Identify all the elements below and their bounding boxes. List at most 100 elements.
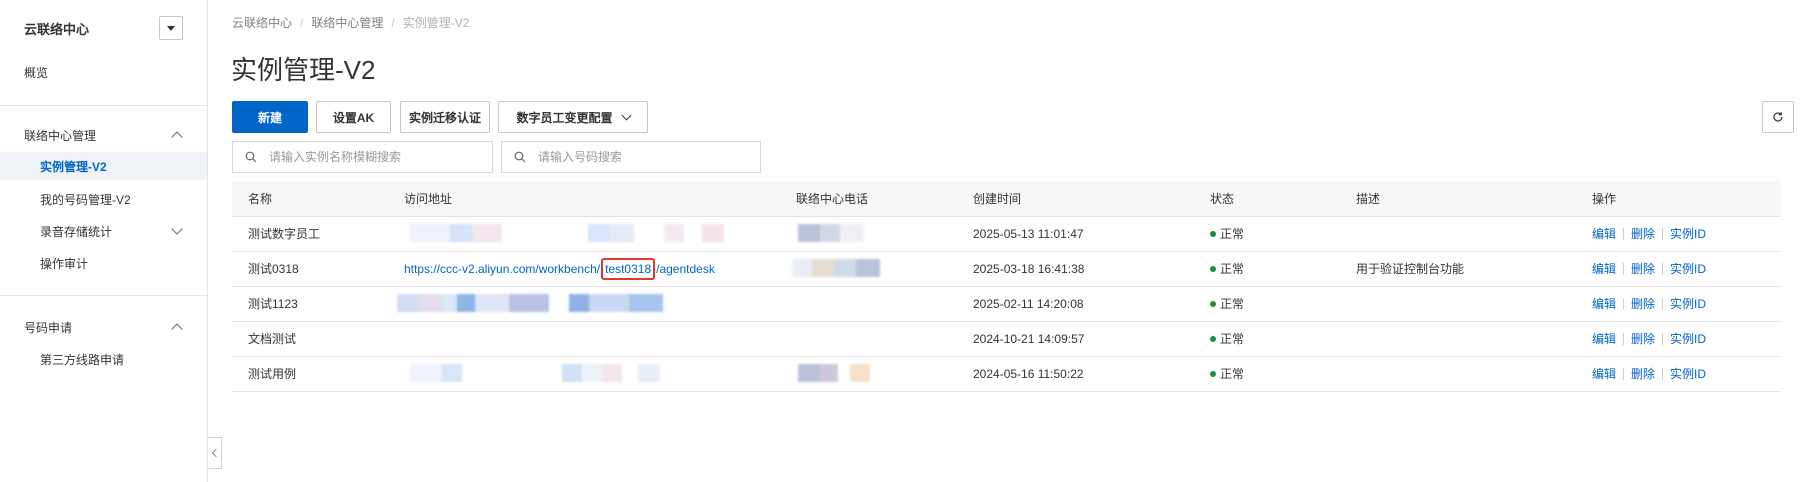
dropdown-label: 数字员工变更配置 bbox=[516, 110, 613, 125]
table-row: 文档测试 2024-10-21 14:09:57 正常 编辑 删除 实例ID bbox=[232, 322, 1781, 357]
cell-created: 2024-05-16 11:50:22 bbox=[973, 367, 1084, 381]
sidebar-item-label: 第三方线路申请 bbox=[40, 352, 125, 367]
column-header-name: 名称 bbox=[248, 192, 273, 206]
sidebar-item-label: 我的号码管理-V2 bbox=[40, 192, 131, 207]
instance-migrate-button[interactable]: 实例迁移认证 bbox=[400, 101, 490, 133]
url-instance-highlight[interactable]: test0318 bbox=[601, 258, 656, 280]
chevron-down-icon bbox=[171, 223, 183, 235]
column-header-ops: 操作 bbox=[1592, 192, 1617, 206]
search-icon bbox=[514, 151, 526, 163]
delete-link[interactable]: 删除 bbox=[1631, 252, 1655, 286]
edit-link[interactable]: 编辑 bbox=[1592, 252, 1616, 286]
cell-desc: 用于验证控制台功能 bbox=[1356, 262, 1465, 276]
sidebar-group-number-apply[interactable]: 号码申请 bbox=[0, 313, 207, 341]
status-ok-dot bbox=[1210, 335, 1216, 342]
cell-created: 2025-02-11 14:20:08 bbox=[973, 297, 1084, 311]
number-search-input[interactable] bbox=[538, 150, 738, 164]
column-header-url: 访问地址 bbox=[404, 192, 453, 206]
caret-down-icon bbox=[167, 25, 175, 31]
number-search-box[interactable] bbox=[501, 141, 761, 173]
instance-id-link[interactable]: 实例ID bbox=[1670, 217, 1706, 251]
status-ok-dot bbox=[1210, 300, 1216, 307]
chevron-up-icon bbox=[171, 323, 183, 335]
cell-status: 正常 bbox=[1210, 357, 1244, 391]
instance-search-input[interactable] bbox=[269, 150, 469, 164]
cell-status: 正常 bbox=[1210, 252, 1244, 286]
column-header-desc: 描述 bbox=[1356, 192, 1381, 206]
instance-search-box[interactable] bbox=[232, 141, 493, 173]
sidebar-item-overview[interactable]: 概览 bbox=[0, 58, 207, 86]
edit-link[interactable]: 编辑 bbox=[1592, 357, 1616, 391]
instance-id-link[interactable]: 实例ID bbox=[1670, 357, 1706, 391]
refresh-button[interactable] bbox=[1762, 101, 1794, 133]
sidebar-item-my-numbers[interactable]: 我的号码管理-V2 bbox=[0, 185, 207, 213]
sidebar-divider bbox=[0, 105, 207, 106]
sidebar: 云联络中心 概览 联络中心管理 实例管理-V2 我的号码管理-V2 录音存储统计… bbox=[0, 0, 208, 482]
redacted-phone bbox=[792, 259, 902, 279]
cell-url[interactable]: https://ccc-v2.aliyun.com/workbench/test… bbox=[404, 252, 715, 286]
sidebar-item-audit[interactable]: 操作审计 bbox=[0, 249, 207, 277]
breadcrumb: 云联络中心 / 联络中心管理 / 实例管理-V2 bbox=[232, 14, 469, 31]
sidebar-item-instance-management[interactable]: 实例管理-V2 bbox=[0, 152, 207, 180]
sidebar-group-label: 号码申请 bbox=[24, 320, 73, 335]
edit-link[interactable]: 编辑 bbox=[1592, 287, 1616, 321]
sidebar-header: 云联络中心 bbox=[0, 0, 207, 56]
cell-status: 正常 bbox=[1210, 217, 1244, 251]
sidebar-group-contact-center[interactable]: 联络中心管理 bbox=[0, 121, 207, 149]
status-ok-dot bbox=[1210, 370, 1216, 377]
cell-ops: 编辑 删除 实例ID bbox=[1592, 287, 1706, 321]
instance-id-link[interactable]: 实例ID bbox=[1670, 287, 1706, 321]
cell-status: 正常 bbox=[1210, 287, 1244, 321]
cell-ops: 编辑 删除 实例ID bbox=[1592, 252, 1706, 286]
digital-staff-config-dropdown[interactable]: 数字员工变更配置 bbox=[498, 101, 648, 133]
edit-link[interactable]: 编辑 bbox=[1592, 322, 1616, 356]
new-button[interactable]: 新建 bbox=[232, 101, 308, 133]
sidebar-item-label: 概览 bbox=[24, 65, 49, 80]
instance-id-link[interactable]: 实例ID bbox=[1670, 322, 1706, 356]
delete-link[interactable]: 删除 bbox=[1631, 217, 1655, 251]
cell-created: 2025-03-18 16:41:38 bbox=[973, 262, 1085, 276]
cell-name: 测试用例 bbox=[248, 367, 297, 381]
chevron-up-icon bbox=[171, 131, 183, 143]
url-prefix[interactable]: https://ccc-v2.aliyun.com/workbench/ bbox=[404, 262, 600, 276]
redacted-url bbox=[397, 294, 717, 314]
table-header: 名称 访问地址 联络中心电话 创建时间 状态 描述 操作 bbox=[232, 181, 1781, 217]
search-icon bbox=[245, 151, 257, 163]
redacted-url bbox=[410, 364, 710, 384]
sidebar-divider bbox=[0, 295, 207, 296]
breadcrumb-item[interactable]: 云联络中心 bbox=[232, 14, 292, 31]
cell-ops: 编辑 删除 实例ID bbox=[1592, 357, 1706, 391]
edit-link[interactable]: 编辑 bbox=[1592, 217, 1616, 251]
breadcrumb-separator: / bbox=[300, 15, 304, 30]
refresh-icon bbox=[1773, 112, 1783, 122]
column-header-status: 状态 bbox=[1210, 192, 1235, 206]
sidebar-title: 云联络中心 bbox=[24, 21, 90, 37]
breadcrumb-current: 实例管理-V2 bbox=[402, 16, 470, 30]
delete-link[interactable]: 删除 bbox=[1631, 287, 1655, 321]
cell-name: 文档测试 bbox=[248, 332, 297, 346]
set-ak-button[interactable]: 设置AK bbox=[316, 101, 391, 133]
cell-created: 2024-10-21 14:09:57 bbox=[973, 332, 1085, 346]
sidebar-item-label: 录音存储统计 bbox=[40, 224, 113, 239]
page-title: 实例管理-V2 bbox=[231, 55, 376, 85]
delete-link[interactable]: 删除 bbox=[1631, 322, 1655, 356]
sidebar-item-recording-storage[interactable]: 录音存储统计 bbox=[0, 217, 207, 245]
sidebar-item-label: 操作审计 bbox=[40, 256, 89, 271]
table-row: 测试0318 https://ccc-v2.aliyun.com/workben… bbox=[232, 252, 1781, 287]
url-suffix[interactable]: /agentdesk bbox=[656, 262, 715, 276]
cell-name: 测试1123 bbox=[248, 297, 298, 311]
cell-ops: 编辑 删除 实例ID bbox=[1592, 217, 1706, 251]
breadcrumb-separator: / bbox=[391, 15, 395, 30]
delete-link[interactable]: 删除 bbox=[1631, 357, 1655, 391]
table-row: 测试数字员工 2025-05-13 11:01:47 正常 编辑 删除 实例ID bbox=[232, 217, 1781, 252]
sidebar-item-third-party-line[interactable]: 第三方线路申请 bbox=[0, 345, 207, 373]
redacted-phone bbox=[798, 224, 870, 244]
column-header-created: 创建时间 bbox=[973, 192, 1022, 206]
instance-id-link[interactable]: 实例ID bbox=[1670, 252, 1706, 286]
table-row: 测试1123 2025-02-11 14:20:08 正常 编辑 删除 实例ID bbox=[232, 287, 1781, 322]
product-switch-dropdown[interactable] bbox=[159, 16, 183, 40]
sidebar-group-label: 联络中心管理 bbox=[24, 128, 97, 143]
status-ok-dot bbox=[1210, 265, 1216, 272]
breadcrumb-item[interactable]: 联络中心管理 bbox=[311, 14, 383, 31]
cell-status: 正常 bbox=[1210, 322, 1244, 356]
